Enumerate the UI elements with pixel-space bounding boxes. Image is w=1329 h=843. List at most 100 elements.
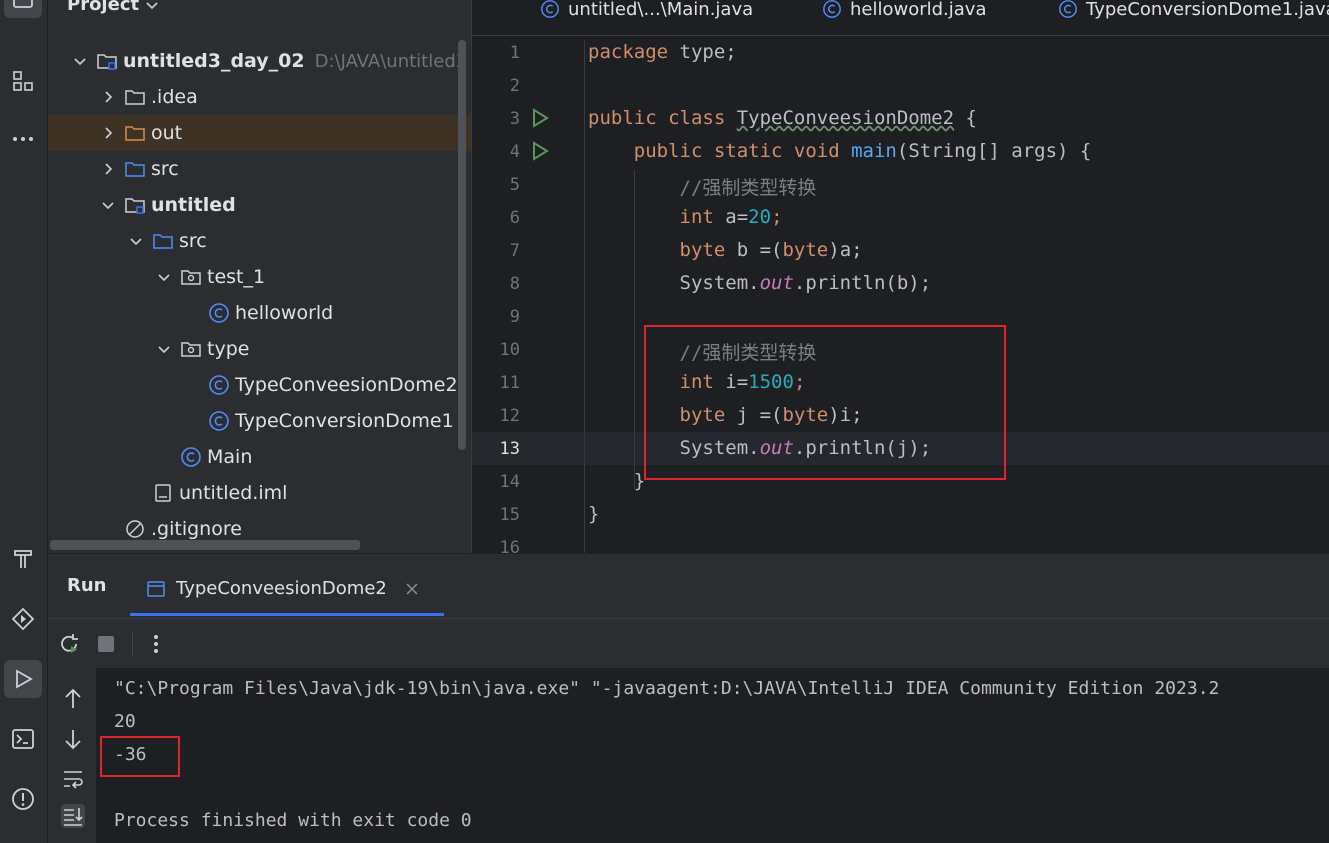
stop-icon[interactable]: [96, 634, 116, 654]
annotation-highlight-box: [644, 325, 1006, 480]
terminal-tool-button[interactable]: [4, 720, 42, 758]
tree-item-type[interactable]: type: [48, 331, 471, 367]
run-config-icon: [147, 580, 165, 597]
run-toolbar: [48, 618, 1329, 668]
tree-item-typeconversiondome1[interactable]: TypeConversionDome1: [48, 403, 471, 439]
line-number-current: 13: [499, 439, 520, 459]
tree-item-typeconveesiondome2[interactable]: TypeConveesionDome2: [48, 367, 471, 403]
code-line-4: public static void main(String[] args) {: [588, 140, 1092, 162]
line-number: 1: [509, 43, 520, 63]
line-number: 10: [499, 340, 520, 360]
arrow-down-icon[interactable]: [61, 727, 85, 751]
tree-item-label: out: [151, 122, 183, 144]
line-number: 5: [509, 175, 520, 195]
run-icon: [16, 669, 33, 689]
structure-tool-button[interactable]: [4, 62, 42, 100]
chevron-down-icon[interactable]: [72, 53, 88, 69]
line-number: 7: [509, 241, 520, 261]
tree-item-idea[interactable]: .idea: [48, 79, 471, 115]
java-class-icon: [1059, 0, 1077, 18]
problems-tool-button[interactable]: [4, 780, 42, 818]
tree-item-label: type: [207, 338, 250, 360]
chevron-right-icon[interactable]: [100, 125, 116, 141]
more-tools-button[interactable]: [4, 120, 42, 158]
tab-typeconversiondome1-java[interactable]: TypeConversionDome1.java: [1058, 0, 1329, 27]
code-text: ;: [771, 206, 783, 228]
tree-item-untitled-src[interactable]: src: [48, 223, 471, 259]
tree-item-helloworld[interactable]: helloworld: [48, 295, 471, 331]
tree-item-src[interactable]: src: [48, 151, 471, 187]
soft-wrap-icon[interactable]: [61, 767, 85, 791]
indent-guide: [584, 40, 585, 553]
chevron-right-icon[interactable]: [100, 161, 116, 177]
tree-item-test-1[interactable]: test_1: [48, 259, 471, 295]
close-icon[interactable]: [405, 582, 419, 596]
vertical-scrollbar[interactable]: [458, 40, 466, 450]
module-folder-icon: [124, 194, 146, 216]
tree-item-label: helloworld: [235, 302, 334, 324]
line-number: 9: [509, 307, 520, 327]
run-tool-button[interactable]: [4, 660, 42, 698]
code-text: b =(: [736, 239, 783, 261]
chevron-down-icon[interactable]: [128, 233, 144, 249]
console-output[interactable]: "C:\Program Files\Java\jdk-19\bin\java.e…: [96, 668, 1329, 843]
source-folder-icon: [152, 230, 174, 252]
run-class-icon[interactable]: [530, 108, 550, 128]
tree-item-label: test_1: [207, 266, 266, 288]
code-line-7: byte b =(byte)a;: [588, 239, 863, 261]
arrow-up-icon[interactable]: [61, 687, 85, 711]
code-line-3: public class TypeConveesionDome2 {: [588, 107, 977, 129]
build-tool-button[interactable]: [4, 540, 42, 578]
run-config-tab[interactable]: TypeConveesionDome2: [130, 564, 444, 616]
tab-main-java[interactable]: untitled\...\Main.java: [540, 0, 753, 27]
tool-window-strip: [0, 0, 48, 843]
chevron-down-icon[interactable]: [100, 197, 116, 213]
code-line-1: package type;: [588, 41, 737, 63]
java-class-icon: [541, 0, 559, 18]
keyword: public class: [588, 107, 737, 129]
tree-item-label: untitled3_day_02: [123, 50, 305, 72]
tree-item-out[interactable]: out: [48, 115, 471, 151]
line-number: 6: [509, 208, 520, 228]
line-number: 16: [499, 538, 520, 553]
hammer-icon: [14, 550, 32, 568]
code-text: type;: [668, 41, 737, 63]
scroll-to-end-icon[interactable]: [61, 804, 85, 828]
terminal-icon: [12, 729, 34, 749]
tree-item-untitled-iml[interactable]: untitled.iml: [48, 475, 471, 511]
tree-item-label: Main: [207, 446, 253, 468]
tree-item-untitled[interactable]: untitled: [48, 187, 471, 223]
code-text: )a;: [828, 239, 863, 261]
package-icon: [180, 266, 202, 288]
chevron-down-icon[interactable]: [156, 341, 172, 357]
code-editor[interactable]: untitled\...\Main.java helloworld.java T…: [471, 0, 1329, 553]
code-text: {: [954, 107, 977, 129]
more-vertical-icon[interactable]: [146, 632, 166, 656]
run-main-icon[interactable]: [530, 141, 550, 161]
tab-label: untitled\...\Main.java: [568, 0, 754, 20]
tree-item-project-root[interactable]: untitled3_day_02 D:\JAVA\untitled3: [48, 43, 471, 79]
console-line: 20: [114, 711, 136, 732]
tab-helloworld-java[interactable]: helloworld.java: [822, 0, 987, 27]
static-field: out: [759, 272, 794, 294]
tree-item-label: .gitignore: [151, 518, 242, 540]
horizontal-scrollbar[interactable]: [50, 540, 360, 550]
chevron-down-icon[interactable]: [156, 269, 172, 285]
java-class-icon: [208, 410, 230, 432]
tree-item-main[interactable]: Main: [48, 439, 471, 475]
code-line-15: }: [588, 503, 600, 525]
chevron-down-icon: [146, 1, 158, 9]
line-number: 4: [509, 142, 520, 162]
file-icon: [152, 482, 174, 504]
project-tool-button[interactable]: [4, 0, 42, 18]
tree-item-label: src: [179, 230, 207, 252]
chevron-right-icon[interactable]: [100, 89, 116, 105]
project-title-label: Project: [67, 0, 140, 15]
project-panel-title[interactable]: Project: [67, 0, 159, 15]
services-tool-button[interactable]: [4, 600, 42, 638]
code-text: .println(b);: [793, 272, 932, 294]
ignore-file-icon: [124, 518, 146, 540]
class-name: TypeConveesionDome2: [736, 107, 955, 129]
problems-icon: [12, 788, 34, 810]
rerun-icon[interactable]: [57, 632, 81, 656]
